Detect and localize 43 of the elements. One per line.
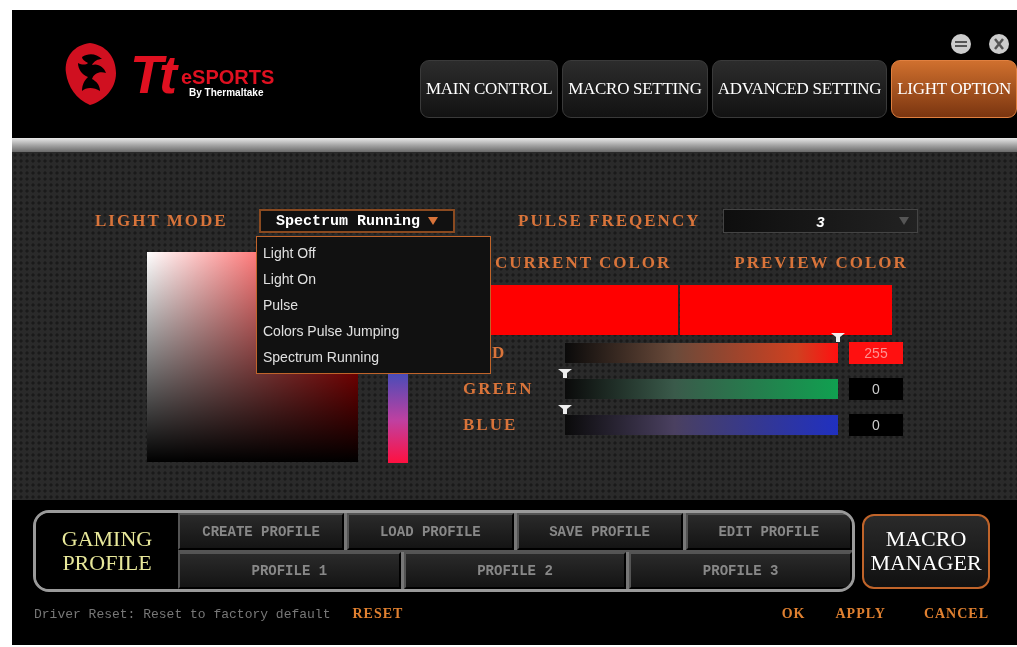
channel-label: BLUE [463, 415, 519, 435]
channel-label: GREEN [463, 379, 535, 399]
nav-tab[interactable]: MACRO SETTING [562, 60, 708, 118]
nav-tab[interactable]: MAIN CONTROL [420, 60, 559, 118]
logo-byline: By Thermaltake [188, 86, 265, 98]
profile-button[interactable]: PROFILE 1 [178, 552, 401, 589]
dropdown-option[interactable]: Light Off [257, 240, 490, 266]
gaming-profile-label: GAMING PROFILE [36, 513, 178, 589]
profile-action-button[interactable]: SAVE PROFILE [516, 513, 683, 550]
caret-icon [428, 217, 438, 225]
dropdown-option[interactable]: Colors Pulse Jumping [257, 318, 490, 344]
driver-reset-text: Driver Reset: Reset to factory default [34, 606, 331, 622]
channel-value-field[interactable]: 0 [849, 414, 903, 436]
nav-tab[interactable]: LIGHT OPTION [891, 60, 1017, 118]
footer-button[interactable]: OK [781, 606, 806, 622]
macro-manager-button[interactable]: MACRO MANAGER [862, 513, 990, 589]
logo-brand: eSPORTS [180, 66, 275, 87]
light-mode-dropdown[interactable]: Spectrum Running [259, 209, 455, 233]
profile-action-button[interactable]: CREATE PROFILE [178, 513, 345, 550]
profile-action-button[interactable]: LOAD PROFILE [347, 513, 514, 550]
preview-color-label: PREVIEW COLOR [734, 253, 908, 273]
dropdown-option[interactable]: Spectrum Running [257, 344, 490, 370]
close-icon[interactable] [989, 34, 1009, 54]
dropdown-option[interactable]: Light On [257, 266, 490, 292]
nav-tab[interactable]: ADVANCED SETTING [711, 60, 888, 118]
profile-button[interactable]: PROFILE 3 [629, 552, 852, 589]
pulse-frequency-label: PULSE FREQENCY [518, 211, 702, 231]
pulse-frequency-dropdown[interactable]: 3 [723, 209, 918, 233]
reset-button[interactable]: RESET [352, 606, 404, 622]
caret-icon [899, 217, 909, 225]
channel-label: D [491, 343, 508, 363]
footer-button[interactable]: CANCEL [923, 606, 989, 622]
light-mode-label: LIGHT MODE [95, 211, 229, 231]
profile-action-button[interactable]: EDIT PROFILE [685, 513, 852, 550]
channel-value-field[interactable]: 0 [849, 378, 903, 400]
minimize-icon[interactable] [951, 34, 971, 54]
slider-thumb[interactable] [558, 369, 572, 378]
current-color-label: CURRENT COLOR [495, 253, 672, 273]
dropdown-option[interactable]: Pulse [257, 292, 490, 318]
profile-button[interactable]: PROFILE 2 [403, 552, 627, 589]
footer-button[interactable]: APPLY [835, 606, 886, 622]
slider-thumb[interactable] [558, 405, 572, 414]
slider-thumb[interactable] [831, 333, 845, 342]
